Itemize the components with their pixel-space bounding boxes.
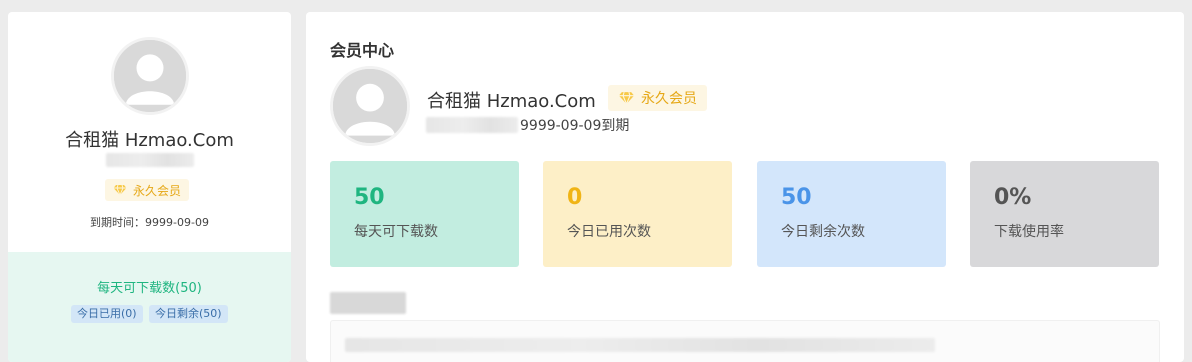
diamond-icon [113, 184, 127, 196]
redacted-section-title [330, 292, 406, 314]
membership-badge: 永久会员 [105, 179, 190, 201]
stat-label: 下载使用率 [994, 224, 1064, 240]
redacted-content-box [330, 320, 1160, 362]
member-avatar[interactable] [330, 66, 410, 146]
user-avatar-icon [333, 69, 407, 143]
member-center-panel: 会员中心 合租猫 Hzmao.Com 永久会员 9999-09-09到期 50 … [306, 12, 1184, 362]
used-today-pill: 今日已用(0) [71, 305, 143, 323]
avatar[interactable] [111, 37, 189, 115]
stat-label: 每天可下载数 [354, 224, 438, 240]
membership-label: 永久会员 [641, 91, 697, 107]
stat-value: 50 [781, 185, 812, 210]
stat-card-usage-rate: 0% 下载使用率 [970, 161, 1159, 267]
download-stats-summary: 每天可下载数(50) 今日已用(0) 今日剩余(50) [8, 252, 291, 362]
redacted-account [426, 117, 518, 133]
membership-badge: 永久会员 [608, 85, 707, 111]
stat-value: 0 [567, 185, 583, 210]
user-avatar-icon [114, 40, 186, 112]
membership-label: 永久会员 [133, 183, 182, 198]
stat-value: 50 [354, 185, 385, 210]
expiry-date: 9999-09-09到期 [520, 118, 630, 134]
stat-card-remaining-today: 50 今日剩余次数 [757, 161, 946, 267]
stat-label: 今日已用次数 [567, 224, 651, 240]
stat-label: 今日剩余次数 [781, 224, 865, 240]
left-profile-panel: 合租猫 Hzmao.Com 永久会员 到期时间：9999-09-09 每天可下载… [8, 12, 291, 362]
stat-value: 0% [994, 185, 1032, 210]
daily-download-count: 每天可下载数(50) [97, 281, 202, 296]
redacted-content-line [345, 338, 935, 352]
remaining-today-pill: 今日剩余(50) [149, 305, 228, 323]
profile-name: 合租猫 Hzmao.Com [65, 130, 234, 151]
page-title: 会员中心 [330, 41, 395, 60]
member-name: 合租猫 Hzmao.Com [427, 91, 596, 112]
expiry-date: 到期时间：9999-09-09 [90, 216, 209, 229]
diamond-icon [618, 92, 635, 105]
stat-card-used-today: 0 今日已用次数 [543, 161, 732, 267]
redacted-account [106, 153, 194, 167]
stat-card-daily-limit: 50 每天可下载数 [330, 161, 519, 267]
